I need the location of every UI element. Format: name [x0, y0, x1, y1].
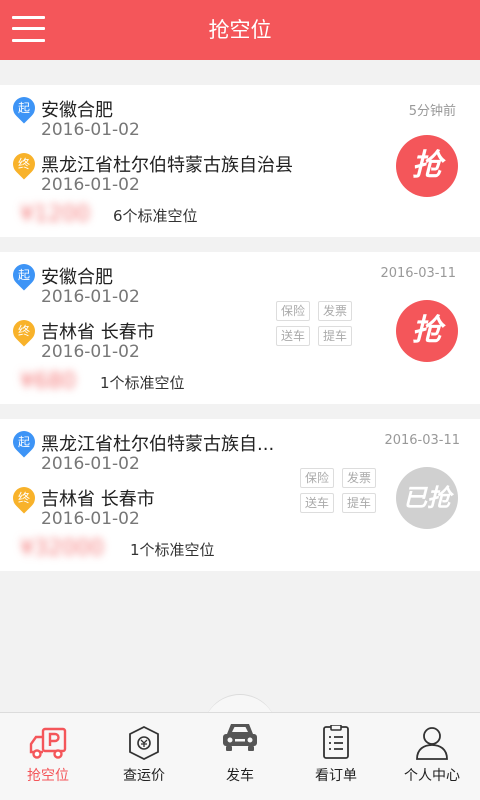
user-icon	[416, 727, 448, 760]
origin-date: 2016-01-02	[41, 287, 140, 307]
end-pin-icon: 终	[8, 482, 40, 514]
tag-insurance: 保险	[300, 468, 334, 488]
destination-date: 2016-01-02	[41, 509, 140, 529]
tab-grab-slots[interactable]: 抢空位	[0, 713, 96, 800]
destination-date: 2016-01-02	[41, 175, 140, 195]
end-pin-icon: 终	[8, 315, 40, 347]
posted-date: 2016-03-11	[384, 433, 460, 448]
tab-label: 发车	[226, 768, 254, 784]
tab-label: 抢空位	[27, 768, 69, 784]
slot-count: 1个标准空位	[130, 541, 215, 559]
grabbed-button: 已抢	[396, 467, 458, 529]
tab-label: 看订单	[315, 768, 357, 784]
price: ¥680	[20, 369, 76, 394]
tab-check-price[interactable]: 查运价	[96, 713, 192, 800]
page-title: 抢空位	[208, 18, 272, 42]
tag-invoice: 发票	[318, 301, 352, 321]
start-pin-icon: 起	[8, 92, 40, 124]
price-tag-icon	[129, 725, 159, 761]
origin-date: 2016-01-02	[41, 454, 140, 474]
origin-place: 黑龙江省杜尔伯特蒙古族自...	[41, 434, 275, 455]
origin-place: 安徽合肥	[41, 267, 113, 288]
tag-insurance: 保险	[276, 301, 310, 321]
grab-button[interactable]: 抢	[396, 300, 458, 362]
order-card[interactable]: 起 安徽合肥 2016-01-02 2016-03-11 终 吉林省 长春市 2…	[0, 252, 480, 404]
origin-date: 2016-01-02	[41, 120, 140, 140]
tab-personal-center[interactable]: 个人中心	[384, 713, 480, 800]
tab-label: 个人中心	[404, 768, 460, 784]
tab-label: 查运价	[123, 768, 165, 784]
tag-invoice: 发票	[342, 468, 376, 488]
price: ¥1200	[20, 202, 90, 227]
slot-count: 1个标准空位	[100, 374, 185, 392]
posted-date: 2016-03-11	[380, 266, 456, 281]
destination-place: 吉林省 长春市	[41, 322, 155, 343]
end-pin-icon: 终	[8, 148, 40, 180]
destination-place: 黑龙江省杜尔伯特蒙古族自治县	[41, 155, 293, 176]
destination-date: 2016-01-02	[41, 342, 140, 362]
bottom-tab-bar: 抢空位 查运价 发车 看订单 个人中心	[0, 712, 480, 800]
order-card[interactable]: 起 安徽合肥 2016-01-02 5分钟前 终 黑龙江省杜尔伯特蒙古族自治县 …	[0, 85, 480, 237]
truck-parking-icon	[29, 727, 67, 759]
tag-delivery: 送车	[276, 326, 310, 346]
price: ¥32000	[20, 536, 104, 561]
top-bar: 抢空位	[0, 0, 480, 60]
start-pin-icon: 起	[8, 259, 40, 291]
tag-pickup: 提车	[342, 493, 376, 513]
slot-count: 6个标准空位	[113, 207, 198, 225]
start-pin-icon: 起	[8, 426, 40, 458]
destination-place: 吉林省 长春市	[41, 489, 155, 510]
order-list-icon	[323, 725, 349, 759]
tag-delivery: 送车	[300, 493, 334, 513]
car-icon	[223, 724, 257, 751]
tab-view-orders[interactable]: 看订单	[288, 713, 384, 800]
posted-time: 5分钟前	[408, 104, 456, 119]
order-card[interactable]: 起 黑龙江省杜尔伯特蒙古族自... 2016-01-02 2016-03-11 …	[0, 419, 480, 571]
grab-button[interactable]: 抢	[396, 135, 458, 197]
origin-place: 安徽合肥	[41, 100, 113, 121]
tag-pickup: 提车	[318, 326, 352, 346]
tab-post-car[interactable]: 发车	[192, 713, 288, 800]
